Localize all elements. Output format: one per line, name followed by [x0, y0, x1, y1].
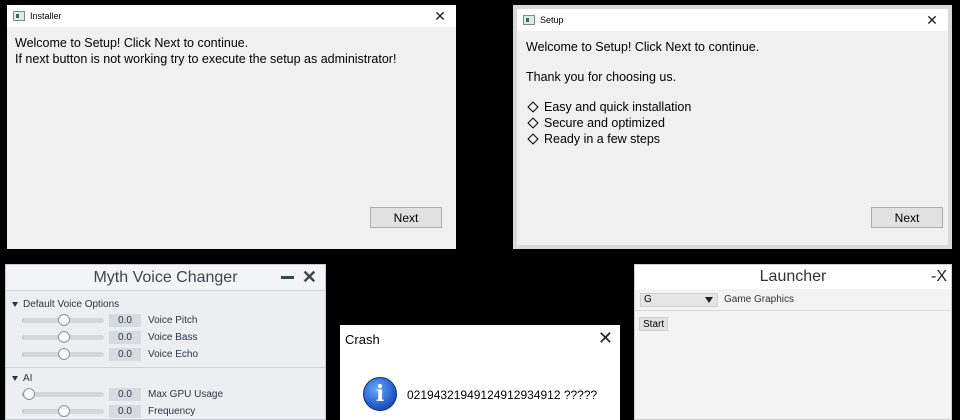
slider-knob[interactable] [23, 388, 35, 400]
info-icon: i [363, 377, 397, 411]
crash-dialog: Crash ✕ i 0219432194912491293491​2 ????? [340, 325, 620, 420]
slider-row: 0.0 Voice Bass [6, 329, 325, 346]
divider [6, 367, 325, 368]
crash-title: Crash [345, 331, 380, 347]
setup-window: Setup ✕ Welcome to Setup! Click Next to … [513, 5, 952, 249]
value-field[interactable]: 0.0 [109, 331, 141, 344]
value-field[interactable]: 0.0 [109, 314, 141, 327]
installer-window: Installer ✕ Welcome to Setup! Click Next… [7, 5, 456, 249]
slider-row: 0.0 Frequency [6, 403, 325, 419]
graphics-row: G Game Graphics [635, 289, 951, 311]
diamond-icon [527, 133, 539, 145]
slider-knob[interactable] [57, 331, 70, 343]
collapse-arrow-icon [12, 375, 18, 381]
start-button[interactable]: Start [639, 317, 669, 331]
value-field[interactable]: 0.0 [109, 405, 141, 418]
slider-label: Voice Bass [148, 332, 198, 343]
crash-message: 0219432194912491293491​2 ????? [407, 388, 598, 402]
app-icon [13, 11, 25, 21]
launcher-window: Launcher -X G Game Graphics Start [634, 264, 952, 420]
dropdown-arrow-icon [705, 296, 713, 303]
value-field[interactable]: 0.0 [109, 348, 141, 361]
voice-changer-title: Myth Voice Changer [93, 268, 238, 286]
diamond-icon [527, 101, 539, 113]
setup-titlebar: Setup ✕ [517, 9, 948, 31]
slider-knob[interactable] [57, 348, 70, 360]
installer-line1: Welcome to Setup! Click Next to continue… [15, 36, 249, 50]
launcher-titlebar: Launcher -X [635, 265, 951, 289]
setup-message: Welcome to Setup! Click Next to continue… [526, 39, 759, 147]
close-icon[interactable]: ✕ [430, 6, 450, 26]
diamond-icon [527, 117, 539, 129]
slider-row: 0.0 Max GPU Usage [6, 386, 325, 403]
graphics-label: Game Graphics [724, 294, 795, 305]
slider-label: Frequency [148, 406, 196, 417]
close-icon[interactable]: ✕ [302, 268, 317, 286]
setup-title: Setup [540, 15, 564, 25]
setup-thanks: Thank you for choosing us. [526, 70, 677, 84]
feature-item: Easy and quick installation [526, 99, 759, 115]
next-button[interactable]: Next [871, 207, 943, 228]
select-value: G [644, 294, 652, 305]
feature-item: Ready in a few steps [526, 131, 759, 147]
slider-knob[interactable] [57, 405, 70, 417]
setup-welcome: Welcome to Setup! Click Next to continue… [526, 40, 760, 54]
voice-changer-window: Myth Voice Changer ✕ Default Voice Optio… [5, 264, 326, 420]
close-icon[interactable]: ✕ [922, 10, 942, 30]
feature-item: Secure and optimized [526, 115, 759, 131]
slider-knob[interactable] [57, 314, 70, 326]
voice-echo-slider[interactable] [22, 348, 104, 360]
slider-row: 0.0 Voice Pitch [6, 312, 325, 329]
slider-label: Max GPU Usage [148, 389, 224, 400]
graphics-select[interactable]: G [640, 292, 718, 307]
installer-line2: If next button is not working try to exe… [15, 52, 397, 66]
max-gpu-usage-slider[interactable] [22, 388, 104, 400]
collapse-arrow-icon [12, 301, 18, 307]
frequency-slider[interactable] [22, 405, 104, 417]
minimize-icon[interactable] [280, 275, 294, 279]
section-header[interactable]: Default Voice Options [6, 296, 325, 312]
value-field[interactable]: 0.0 [109, 388, 141, 401]
slider-row: 0.0 Voice Echo [6, 346, 325, 363]
app-icon [523, 15, 535, 25]
close-button[interactable]: -X [931, 268, 947, 286]
voice-changer-titlebar: Myth Voice Changer ✕ [6, 265, 325, 291]
installer-title: Installer [30, 11, 62, 21]
slider-label: Voice Echo [148, 349, 199, 360]
installer-message: Welcome to Setup! Click Next to continue… [15, 35, 396, 67]
voice-bass-slider[interactable] [22, 331, 104, 343]
installer-titlebar: Installer ✕ [7, 5, 456, 27]
slider-label: Voice Pitch [148, 315, 198, 326]
launcher-title: Launcher [759, 268, 827, 285]
close-icon[interactable]: ✕ [598, 328, 613, 349]
section-header[interactable]: AI [6, 370, 325, 386]
voice-pitch-slider[interactable] [22, 314, 104, 326]
next-button[interactable]: Next [370, 207, 442, 228]
